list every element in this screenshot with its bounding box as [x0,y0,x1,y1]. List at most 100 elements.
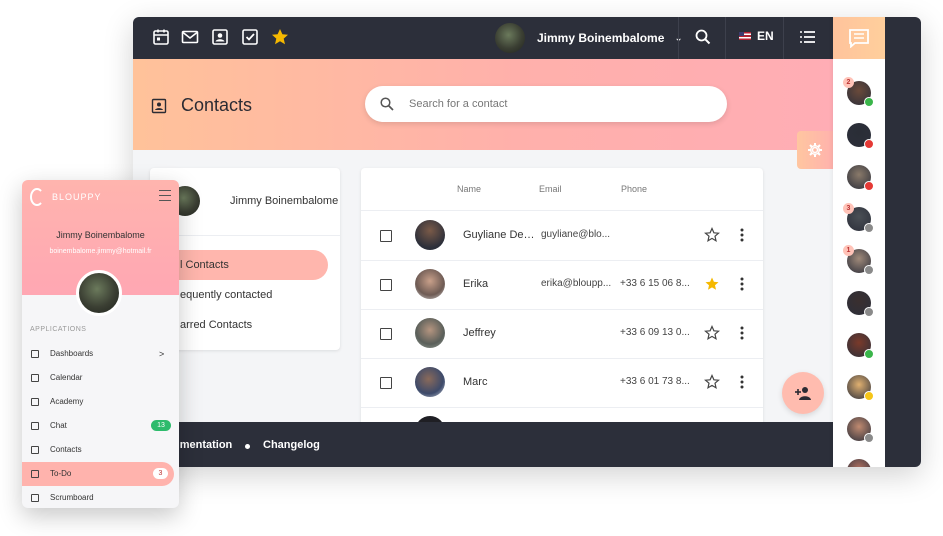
table-row[interactable]: Guyliane De J... guyliane@blo... [361,211,763,261]
table-row[interactable]: Jeffrey +33 6 09 13 0... [361,309,763,359]
list-menu-icon[interactable] [798,27,818,47]
brand-name: BLOUPPY [52,192,102,202]
documentation-link[interactable]: umentation [173,439,232,451]
table-row[interactable]: Erika erika@bloupp... +33 6 15 06 8... [361,260,763,310]
chat-contact-avatar[interactable] [847,417,874,443]
search-input[interactable] [407,97,711,111]
chat-contact-avatar[interactable] [847,333,874,359]
menu-item-label: Chat [50,421,67,430]
calendar-icon[interactable] [151,27,171,47]
app-window: Jimmy Boinembalome ⌄ EN Contacts [133,17,921,467]
add-user-icon [795,387,811,400]
menu-item-chat[interactable]: Chat 13 [22,414,179,438]
menu-item-label: Scrumboard [50,493,94,502]
checkbox-icon [31,470,39,478]
star-filled-icon[interactable] [704,276,720,292]
contacts-table: Name Email Phone Guyliane De J... guylia… [361,168,763,428]
more-vertical-icon[interactable] [737,325,747,341]
menu-item-label: Calendar [50,373,83,382]
chat-toggle-button[interactable] [833,17,885,59]
settings-button[interactable] [797,131,833,169]
count-badge: 13 [151,420,171,431]
chat-contact-avatar[interactable]: 1 [843,245,874,275]
logo-icon [30,188,44,206]
applications-menu: Dashboards > Calendar Academy Chat 13 Co… [22,342,179,508]
chat-contact-avatar[interactable] [847,123,874,149]
row-checkbox[interactable] [380,230,392,242]
chat-contact-avatar[interactable] [847,459,871,467]
row-checkbox[interactable] [380,279,392,291]
school-icon [31,398,39,406]
star-outline-icon[interactable] [704,374,720,390]
page-title-text: Contacts [181,95,253,115]
menu-item-academy[interactable]: Academy [22,390,179,414]
changelog-link[interactable]: Changelog [263,439,320,451]
divider [783,17,784,59]
divider [725,17,726,59]
menu-item-calendar[interactable]: Calendar [22,366,179,390]
mail-icon[interactable] [180,27,200,47]
menu-item-label: Dashboards [50,349,94,358]
language-selector[interactable]: EN [739,29,774,43]
search-box [365,86,727,122]
menu-item-todo[interactable]: To-Do 3 [22,462,174,486]
chat-contact-avatar[interactable] [847,291,874,317]
contacts-icon[interactable] [210,27,230,47]
column-header-name[interactable]: Name [457,184,481,194]
more-vertical-icon[interactable] [737,374,747,390]
count-badge: 3 [153,468,168,479]
status-indicator [864,349,874,359]
avatar [76,270,122,316]
chat-contact-avatar[interactable] [847,375,874,401]
star-icon[interactable] [270,27,290,47]
avatar [415,367,445,397]
row-checkbox[interactable] [380,328,392,340]
mobile-navigation-panel: BLOUPPY Jimmy Boinembalome boinembalome.… [22,180,179,508]
status-indicator [864,139,874,149]
search-icon[interactable] [693,27,713,47]
chat-contact-avatar[interactable] [847,165,874,191]
hamburger-menu-icon[interactable] [159,190,171,201]
menu-item-scrumboard[interactable]: Scrumboard [22,486,179,508]
unread-badge: 3 [843,203,854,214]
page-title: Contacts [151,95,252,116]
contact-phone: +33 6 09 13 0... [620,327,690,338]
section-heading: APPLICATIONS [30,326,87,333]
contact-email: erika@bloupp... [541,278,612,289]
more-vertical-icon[interactable] [737,276,747,292]
unread-badge: 1 [843,245,854,256]
contact-name: Guyliane De J... [463,229,537,241]
language-label: EN [757,29,774,43]
chat-icon [849,29,869,48]
user-menu[interactable]: Jimmy Boinembalome ⌄ [495,21,683,55]
chat-contact-avatar[interactable]: 3 [843,203,874,233]
user-name: Jimmy Boinembalome [537,31,665,45]
more-vertical-icon[interactable] [737,227,747,243]
avatar [415,269,445,299]
separator-dot [245,444,250,449]
star-outline-icon[interactable] [704,325,720,341]
chevron-right-icon: > [159,349,165,359]
column-header-email[interactable]: Email [539,184,562,194]
divider [678,17,679,59]
user-name: Jimmy Boinembalome [56,230,145,240]
star-outline-icon[interactable] [704,227,720,243]
menu-item-dashboards[interactable]: Dashboards > [22,342,179,366]
dashboard-icon [31,350,39,358]
chat-contact-avatar[interactable]: 2 [843,77,874,107]
column-header-phone[interactable]: Phone [621,184,647,194]
contact-name: Erika [463,278,489,290]
user-info: Jimmy Boinembalome [170,186,338,216]
table-row[interactable]: Marc +33 6 01 73 8... [361,358,763,408]
checkbox-icon[interactable] [240,27,260,47]
footer-bar: umentation Changelog [133,422,833,467]
chat-contacts-sidebar: 2 3 1 [833,17,885,467]
status-indicator [864,433,874,443]
board-icon [31,494,39,502]
avatar [495,23,525,53]
add-contact-button[interactable] [782,372,824,414]
menu-item-contacts[interactable]: Contacts [22,438,179,462]
contact-email: guyliane@blo... [541,229,611,240]
contact-name: Marc [463,376,488,388]
row-checkbox[interactable] [380,377,392,389]
